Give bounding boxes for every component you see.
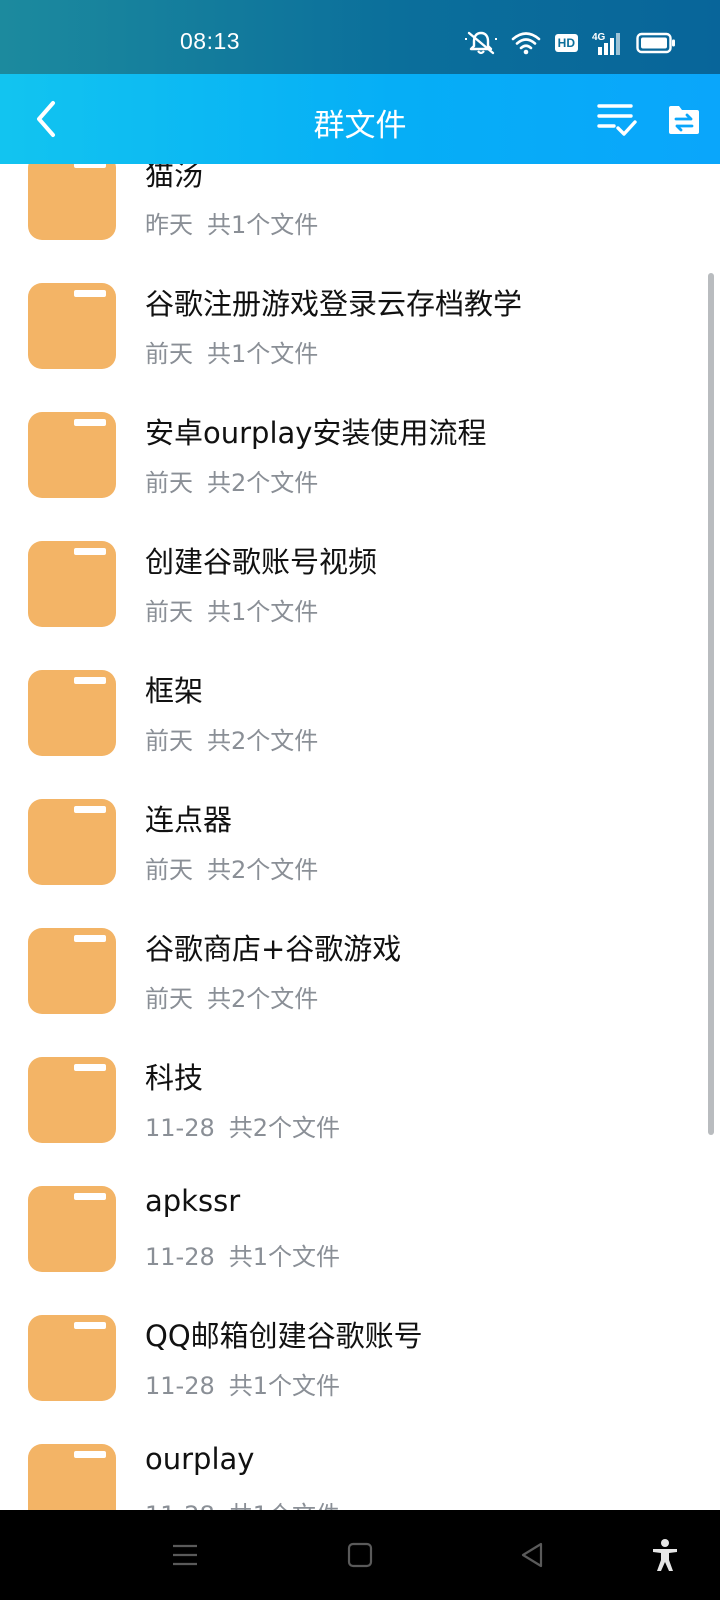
folder-transfer-icon	[669, 106, 699, 134]
status-time: 08:13	[180, 28, 241, 54]
file-meta: 前天 共2个文件	[145, 721, 318, 756]
file-date: 前天	[145, 727, 193, 755]
folder-icon	[28, 1057, 116, 1143]
file-count: 共1个文件	[207, 598, 319, 626]
file-list-inner: 猫汤 昨天 共1个文件 谷歌注册游戏登录云存档教学 前天 共1个文件 安卓ourpl…	[0, 164, 720, 1510]
file-row[interactable]: ourplay 11-28 共1个文件	[0, 1420, 720, 1510]
folder-icon	[28, 283, 116, 369]
file-row[interactable]: 谷歌商店+谷歌游戏 前天 共2个文件	[0, 904, 720, 1033]
top-bar: 08:13 HD 4G 群文件	[0, 0, 720, 164]
scrollbar[interactable]	[708, 273, 714, 1135]
file-date: 前天	[145, 598, 193, 626]
file-name: 框架	[145, 674, 204, 708]
file-name: 科技	[145, 1061, 204, 1095]
file-name: 创建谷歌账号视频	[145, 545, 378, 579]
file-count: 共1个文件	[229, 1501, 340, 1510]
file-row[interactable]: 谷歌注册游戏登录云存档教学 前天 共1个文件	[0, 259, 720, 388]
folder-icon	[28, 164, 116, 240]
file-date: 前天	[145, 856, 193, 884]
menu-button[interactable]	[160, 1530, 210, 1580]
file-meta: 昨天 共1个文件	[145, 205, 318, 240]
status-icons: HD 4G	[464, 28, 676, 58]
file-name: 谷歌注册游戏登录云存档教学	[145, 287, 523, 321]
folder-icon	[28, 799, 116, 885]
file-count: 共2个文件	[207, 985, 319, 1013]
file-date: 前天	[145, 340, 193, 368]
folder-icon	[28, 1315, 116, 1401]
file-name: ourplay	[145, 1442, 255, 1476]
file-count: 共2个文件	[207, 727, 319, 755]
file-row[interactable]: 猫汤 昨天 共1个文件	[0, 164, 720, 259]
file-name: 猫汤	[145, 164, 204, 192]
folder-icon	[28, 541, 116, 627]
file-count: 共1个文件	[228, 1372, 341, 1400]
folder-icon	[28, 670, 116, 756]
file-count: 共1个文件	[207, 211, 319, 239]
battery-icon	[636, 32, 676, 54]
file-count: 共2个文件	[207, 856, 319, 884]
file-row[interactable]: 连点器 前天 共2个文件	[0, 775, 720, 904]
file-count: 共2个文件	[207, 469, 319, 497]
hd-icon: HD	[554, 34, 578, 52]
accessibility-icon	[653, 1539, 677, 1571]
status-bar: 08:13 HD 4G	[0, 0, 720, 74]
file-date: 前天	[145, 469, 193, 497]
file-row[interactable]: 科技 11-28 共2个文件	[0, 1033, 720, 1162]
folder-icon	[28, 1186, 116, 1272]
file-date: 昨天	[145, 211, 193, 239]
wifi-icon	[511, 31, 541, 55]
file-meta: 前天 共1个文件	[145, 334, 318, 369]
file-date: 11-28	[145, 1501, 215, 1510]
file-row[interactable]: 安卓ourplay安装使用流程 前天 共2个文件	[0, 388, 720, 517]
menu-icon	[173, 1544, 197, 1566]
multiselect-button[interactable]	[594, 98, 640, 142]
file-date: 11-28	[145, 1114, 215, 1142]
folder-icon	[28, 1444, 116, 1510]
file-meta: 11-28 共1个文件	[145, 1495, 340, 1510]
back-triangle-icon	[521, 1542, 543, 1568]
list-check-icon	[597, 104, 637, 136]
file-meta: 11-28 共2个文件	[145, 1108, 340, 1143]
navigation-bar	[0, 1510, 720, 1600]
folder-icon	[28, 412, 116, 498]
file-name: QQ邮箱创建谷歌账号	[145, 1319, 423, 1353]
file-row[interactable]: apkssr 11-28 共1个文件	[0, 1162, 720, 1291]
file-meta: 前天 共2个文件	[145, 850, 318, 885]
file-row[interactable]: 创建谷歌账号视频 前天 共1个文件	[0, 517, 720, 646]
file-meta: 11-28 共1个文件	[145, 1366, 340, 1401]
file-row[interactable]: 框架 前天 共2个文件	[0, 646, 720, 775]
file-meta: 前天 共1个文件	[145, 592, 318, 627]
file-date: 11-28	[145, 1372, 215, 1400]
file-date: 前天	[145, 985, 193, 1013]
file-count: 共1个文件	[207, 340, 319, 368]
file-row[interactable]: QQ邮箱创建谷歌账号 11-28 共1个文件	[0, 1291, 720, 1420]
file-count: 共1个文件	[228, 1243, 341, 1271]
app-bar: 群文件	[0, 74, 720, 164]
file-meta: 前天 共2个文件	[145, 463, 318, 498]
system-back-button[interactable]	[507, 1530, 557, 1580]
network-label: 4G	[592, 32, 606, 43]
bell-muted-icon	[464, 29, 497, 57]
file-list[interactable]: 猫汤 昨天 共1个文件 谷歌注册游戏登录云存档教学 前天 共1个文件 安卓ourpl…	[0, 164, 720, 1510]
accessibility-button[interactable]	[640, 1530, 690, 1580]
signal-4g-icon: 4G	[592, 30, 622, 56]
folder-icon	[28, 928, 116, 1014]
file-date: 11-28	[145, 1243, 215, 1271]
transfer-button[interactable]	[662, 98, 706, 142]
file-meta: 11-28 共1个文件	[145, 1237, 340, 1272]
file-name: apkssr	[145, 1184, 241, 1218]
home-button[interactable]	[335, 1530, 385, 1580]
file-count: 共2个文件	[228, 1114, 341, 1142]
file-name: 安卓ourplay安装使用流程	[145, 416, 487, 450]
home-square-icon	[347, 1542, 373, 1568]
file-name: 连点器	[145, 803, 233, 837]
file-meta: 前天 共2个文件	[145, 979, 318, 1014]
file-name: 谷歌商店+谷歌游戏	[145, 932, 402, 966]
